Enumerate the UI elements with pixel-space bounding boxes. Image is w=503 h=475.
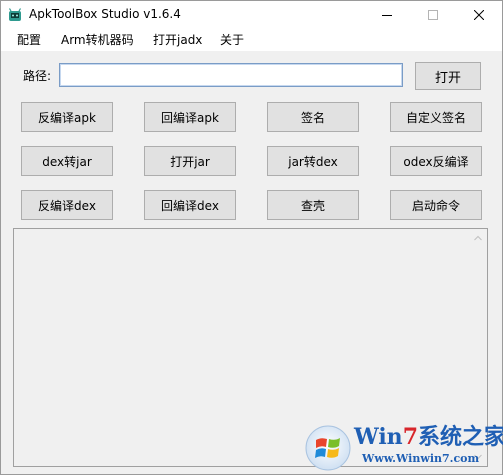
open-button[interactable]: 打开 [415, 62, 481, 90]
recompile-dex-button[interactable]: 回编译dex [144, 190, 236, 220]
close-button[interactable] [456, 1, 502, 29]
dex-to-jar-button[interactable]: dex转jar [21, 146, 113, 176]
close-icon [474, 10, 484, 20]
window-title: ApkToolBox Studio v1.6.4 [29, 7, 181, 21]
title-bar[interactable]: ApkToolBox Studio v1.6.4 [1, 1, 502, 29]
jar-to-dex-button[interactable]: jar转dex [267, 146, 359, 176]
decompile-dex-button[interactable]: 反编译dex [21, 190, 113, 220]
watermark-brand-cn: 系统之家 [418, 425, 503, 450]
menu-open-jadx[interactable]: 打开jadx [153, 32, 202, 48]
path-label: 路径: [23, 69, 52, 83]
watermark-brand-7: 7 [402, 424, 418, 450]
launch-command-button[interactable]: 启动命令 [390, 190, 482, 220]
menu-config[interactable]: 配置 [17, 32, 41, 48]
scroll-up-button[interactable] [470, 230, 486, 246]
odex-decompile-button[interactable]: odex反编译 [390, 146, 482, 176]
menu-arm-to-machine-code[interactable]: Arm转机器码 [61, 32, 134, 48]
minimize-icon [382, 15, 392, 16]
open-jar-button[interactable]: 打开jar [144, 146, 236, 176]
watermark-brand-in: in [378, 424, 403, 450]
maximize-icon [428, 10, 438, 20]
menu-bar: 配置 Arm转机器码 打开jadx 关于 [1, 29, 502, 51]
recompile-apk-button[interactable]: 回编译apk [144, 102, 236, 132]
android-icon [8, 8, 22, 21]
minimize-button[interactable] [364, 1, 410, 29]
maximize-button[interactable] [410, 1, 456, 29]
path-input[interactable] [59, 63, 403, 87]
chevron-up-icon [474, 235, 482, 241]
watermark-brand-w: W [354, 424, 379, 450]
watermark-logo: Win7系统之家 Www.Winwin7.com [304, 420, 503, 472]
watermark-url: Www.Winwin7.com [362, 452, 480, 465]
custom-sign-button[interactable]: 自定义签名 [390, 102, 482, 132]
decompile-apk-button[interactable]: 反编译apk [21, 102, 113, 132]
app-window: ApkToolBox Studio v1.6.4 配置 Arm转机器码 打开ja… [0, 0, 503, 475]
sign-button[interactable]: 签名 [267, 102, 359, 132]
menu-about[interactable]: 关于 [220, 32, 244, 48]
check-shell-button[interactable]: 查壳 [267, 190, 359, 220]
